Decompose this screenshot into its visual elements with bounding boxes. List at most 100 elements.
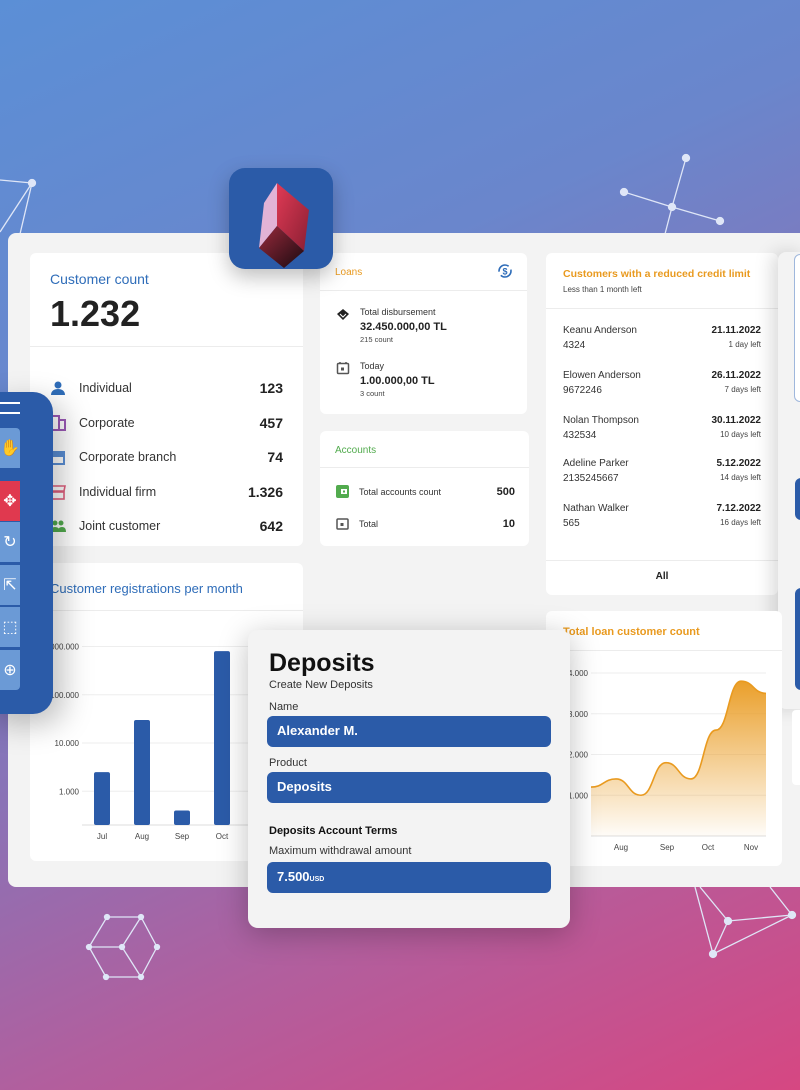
- rotate-tool-icon[interactable]: ↻: [0, 522, 20, 562]
- product-field[interactable]: Deposits: [267, 772, 551, 803]
- customer-type-value: 1.326: [247, 483, 283, 500]
- customer-count-title: Customer count: [50, 271, 149, 287]
- customer-type-row[interactable]: Individual 123: [30, 371, 303, 406]
- days-left: 14 days left: [720, 473, 761, 482]
- y-tick-label: 3.000: [568, 710, 589, 719]
- customer-type-row[interactable]: Individual firm 1.326: [30, 475, 303, 510]
- accounts-card: Accounts Total accounts count 500 Total …: [320, 431, 529, 546]
- limit-date: 5.12.2022: [716, 458, 762, 469]
- max-withdrawal-field[interactable]: 7.500USD: [267, 862, 551, 893]
- limit-date: 26.11.2022: [711, 370, 762, 381]
- customer-id: 432534: [563, 430, 597, 441]
- scale-tool-icon[interactable]: ⇱: [0, 565, 20, 605]
- customer-type-label: Corporate: [79, 415, 135, 430]
- customer-type-list: Individual 123 Corporate 457 Corporate b…: [30, 371, 303, 544]
- days-left: 1 day left: [728, 340, 761, 349]
- bar: [214, 651, 230, 825]
- customer-name: Keanu Anderson: [563, 325, 637, 336]
- x-tick-label: Oct: [216, 832, 229, 841]
- terms-heading: Deposits Account Terms: [269, 825, 398, 837]
- loan-customer-area-chart: 1.000 2.000 3.000 4.000 Aug Sep Oct Nov: [568, 669, 767, 852]
- cube-logo-icon: [259, 183, 309, 268]
- customer-id: 4324: [563, 340, 586, 351]
- loan-stat-label: Total disbursement: [360, 307, 436, 317]
- x-tick-label: Jul: [97, 832, 107, 841]
- loan-customer-chart-card: Total loan customer count 1.000 2.000 3.00…: [546, 611, 782, 866]
- customer-name: Nathan Walker: [563, 503, 629, 514]
- currency-exchange-icon[interactable]: $: [497, 263, 513, 284]
- svg-text:$: $: [502, 267, 507, 277]
- y-tick-label: 4.000: [568, 669, 589, 678]
- bar: [174, 810, 190, 825]
- view-all-button[interactable]: All: [546, 571, 778, 582]
- hand-tool-icon[interactable]: ✋: [0, 428, 20, 468]
- customer-type-row[interactable]: Corporate branch 74: [30, 440, 303, 475]
- person-icon: [50, 380, 66, 396]
- loan-customer-chart-title: Total loan customer count: [563, 626, 700, 638]
- account-stat-row: Total 10: [336, 517, 515, 530]
- account-stat-value: 10: [502, 517, 515, 530]
- days-left: 10 days left: [720, 430, 761, 439]
- customer-type-value: 457: [259, 414, 283, 431]
- account-stat-label: Total accounts count: [359, 486, 442, 497]
- name-label: Name: [269, 701, 299, 713]
- handshake-icon: [336, 307, 350, 321]
- currency-unit: USD: [309, 876, 325, 883]
- hamburger-menu-icon[interactable]: [0, 402, 20, 414]
- registrations-chart-title: Customer registrations per month: [50, 581, 243, 596]
- reduced-credit-limit-card: Customers with a reduced credit limit Le…: [546, 253, 778, 595]
- customer-count-card: Customer count 1.232 Individual 123 Corp…: [30, 253, 303, 546]
- customer-type-value: 123: [259, 380, 283, 397]
- x-tick-label: Oct: [702, 843, 715, 852]
- area-fill: [591, 681, 766, 836]
- y-tick-label: 1.000: [568, 791, 589, 800]
- limit-date: 21.11.2022: [711, 325, 762, 336]
- deposits-form: Deposits Create New Deposits Name Alexan…: [248, 630, 570, 928]
- limit-date: 30.11.2022: [711, 415, 762, 426]
- credit-limit-title: Customers with a reduced credit limit: [563, 268, 751, 280]
- loan-stat-item: Today 1.00.000,00 TL 3 count: [336, 361, 435, 398]
- days-left: 16 days left: [720, 518, 761, 527]
- customer-name: Nolan Thompson: [563, 415, 639, 426]
- customer-type-row[interactable]: Corporate 457: [30, 406, 303, 441]
- move-tool-icon[interactable]: ✥: [0, 481, 20, 521]
- loan-stat-item: Total disbursement 32.450.000,00 TL 215 …: [336, 307, 447, 344]
- x-tick-label: Sep: [660, 843, 675, 852]
- customer-type-label: Joint customer: [79, 519, 161, 534]
- product-label: Product: [269, 757, 307, 769]
- customer-count-total: 1.232: [50, 293, 141, 334]
- customer-type-label: Individual firm: [79, 484, 157, 499]
- y-tick-label: 1.000: [59, 787, 80, 796]
- customer-name: Adeline Parker: [563, 458, 629, 469]
- calendar-icon: [336, 361, 350, 375]
- max-withdrawal-label: Maximum withdrawal amount: [269, 845, 412, 857]
- credit-limit-subtitle: Less than 1 month left: [563, 285, 642, 294]
- deposits-subtitle: Create New Deposits: [269, 679, 373, 691]
- name-field[interactable]: Alexander M.: [267, 716, 551, 747]
- orbit-tool-icon[interactable]: ⊕: [0, 650, 20, 690]
- transform-tool-icon[interactable]: ⬚: [0, 607, 20, 647]
- account-stat-row: Total accounts count 500: [336, 485, 515, 498]
- y-tick-label: 10.000: [55, 739, 80, 748]
- account-stat-label: Total: [359, 518, 379, 529]
- customer-type-label: Individual: [79, 381, 132, 396]
- bar: [94, 772, 110, 825]
- x-tick-label: Aug: [135, 832, 149, 841]
- loan-stat-count: 215 count: [360, 335, 393, 344]
- customer-id: 2135245667: [563, 473, 619, 484]
- customer-type-value: 642: [259, 518, 283, 535]
- customer-type-row[interactable]: Joint customer 642: [30, 509, 303, 544]
- loan-stat-amount: 1.00.000,00 TL: [360, 375, 435, 387]
- customer-id: 565: [563, 518, 580, 529]
- app-logo: [229, 168, 333, 269]
- max-withdrawal-value: 7.500: [277, 869, 310, 884]
- bar: [134, 719, 150, 825]
- y-tick-label: 2.000: [568, 751, 589, 760]
- deposits-title: Deposits: [269, 649, 375, 677]
- account-stat-value: 500: [496, 485, 515, 498]
- customer-type-label: Corporate branch: [79, 450, 177, 465]
- days-left: 7 days left: [724, 385, 761, 394]
- customer-name: Elowen Anderson: [563, 370, 641, 381]
- y-tick-label: 100.000: [50, 691, 79, 700]
- tool-palette: ✋ ✥ ↻ ⇱ ⬚ ⊕: [0, 392, 53, 714]
